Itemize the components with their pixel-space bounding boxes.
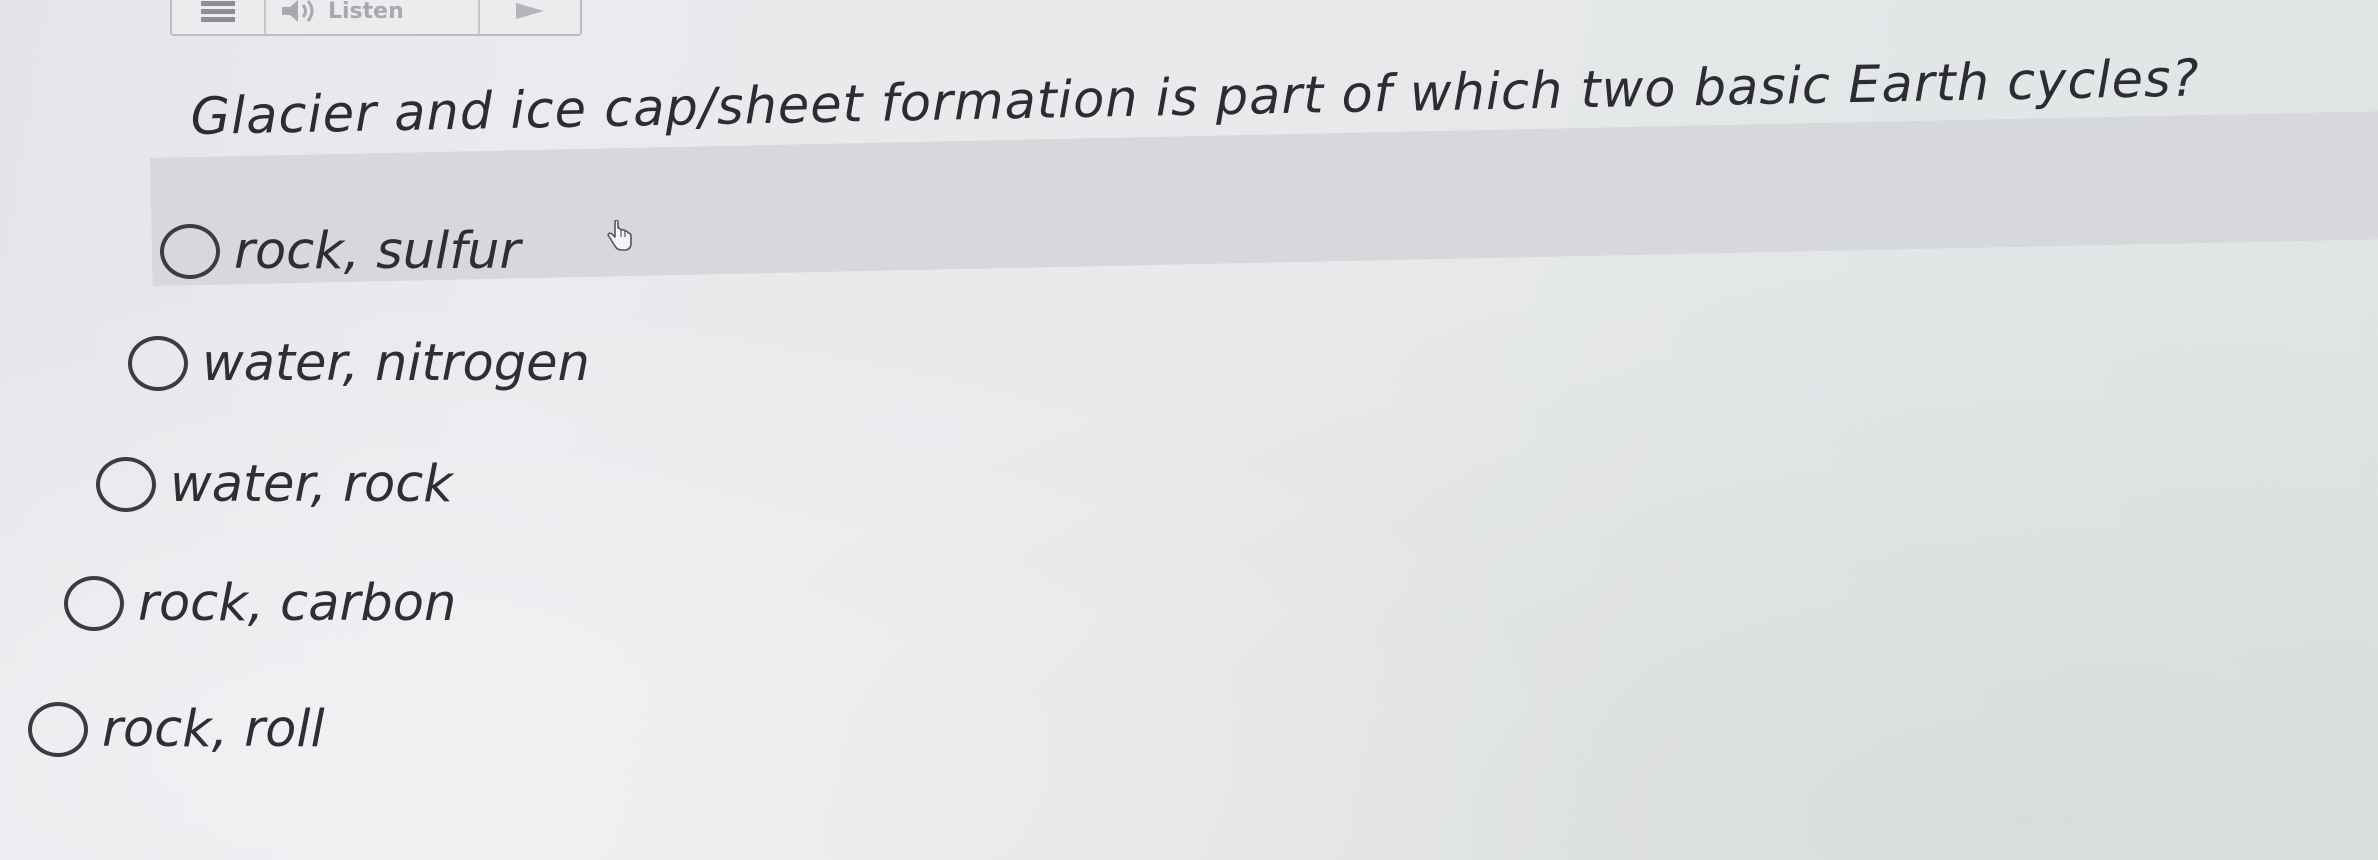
answer-option-rock-carbon[interactable]: rock, carbon: [64, 574, 456, 633]
option-label: water, rock: [170, 455, 453, 514]
radio-button[interactable]: [128, 336, 188, 391]
radio-button[interactable]: [28, 702, 88, 757]
radio-button[interactable]: [96, 457, 156, 512]
hand-pointer-cursor-icon: [607, 220, 632, 251]
option-label: rock, carbon: [138, 574, 457, 633]
answer-options: rock, sulfur water, nitrogen water, rock…: [0, 0, 2378, 860]
option-label: rock, roll: [102, 700, 325, 759]
radio-button[interactable]: [160, 224, 220, 279]
answer-option-rock-sulfur[interactable]: rock, sulfur: [160, 222, 520, 281]
answer-option-rock-roll[interactable]: rock, roll: [28, 700, 325, 759]
radio-button[interactable]: [64, 576, 124, 631]
option-label: water, nitrogen: [202, 334, 590, 393]
answer-option-water-rock[interactable]: water, rock: [96, 455, 453, 514]
option-label: rock, sulfur: [234, 222, 521, 281]
answer-option-water-nitrogen[interactable]: water, nitrogen: [128, 334, 590, 393]
